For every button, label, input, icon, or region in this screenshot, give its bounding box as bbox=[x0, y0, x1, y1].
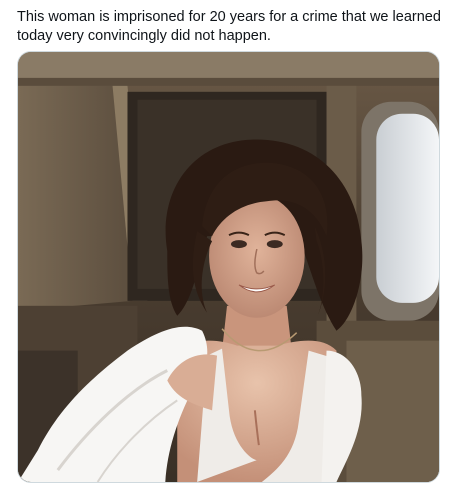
photo-illustration bbox=[18, 52, 439, 482]
tweet-text: This woman is imprisoned for 20 years fo… bbox=[17, 9, 441, 44]
tweet: This woman is imprisoned for 20 years fo… bbox=[0, 0, 456, 500]
tweet-photo[interactable] bbox=[17, 51, 440, 483]
